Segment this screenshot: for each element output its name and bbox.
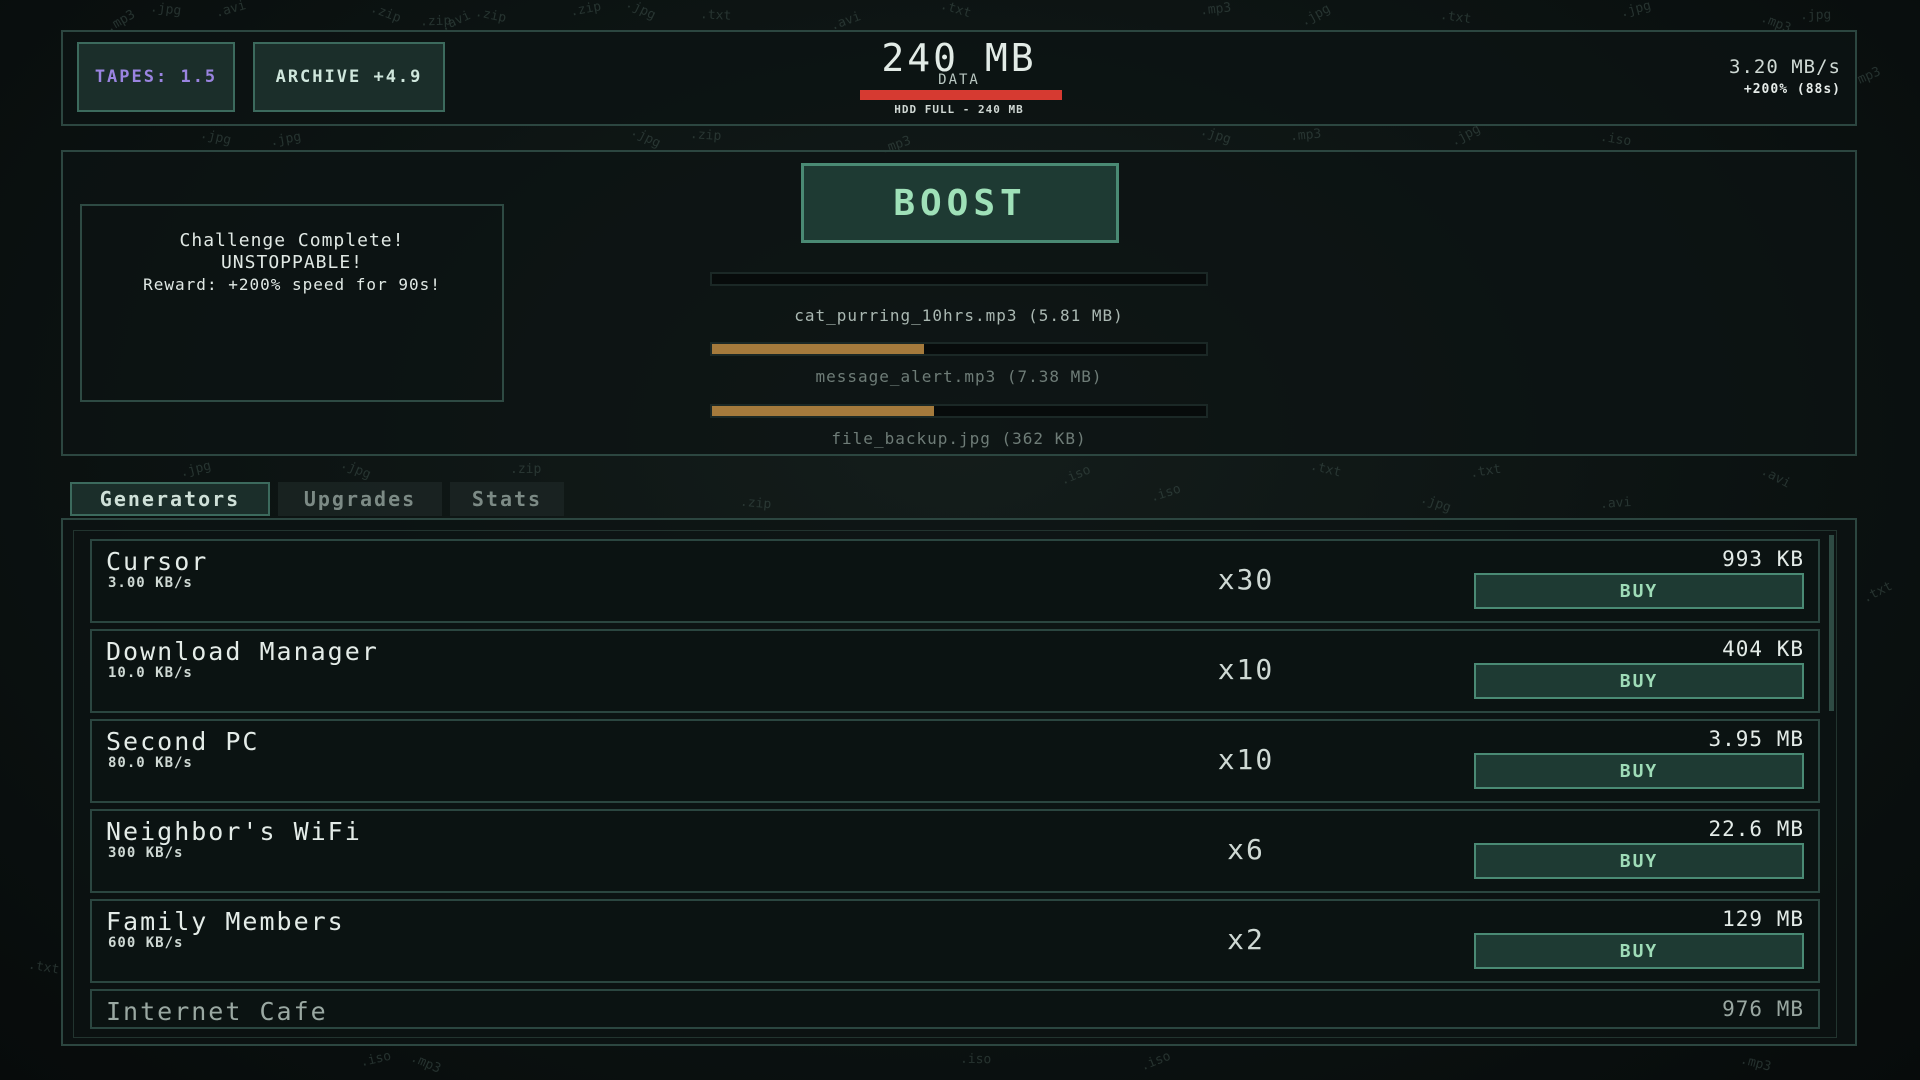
background-filename: .mp3	[1199, 0, 1233, 19]
generators-list[interactable]: Cursor 3.00 KB/s x30 993 KB BUY Download…	[73, 530, 1837, 1038]
background-filename: .avi	[1599, 494, 1632, 513]
generator-cost: 3.95 MB	[1708, 727, 1804, 751]
generator-cost: 404 KB	[1722, 637, 1804, 661]
background-filename: .txt	[1860, 578, 1896, 607]
background-filename: .txt	[699, 7, 732, 24]
background-filename: .zip	[568, 0, 603, 20]
tab-upgrades[interactable]: Upgrades	[278, 482, 442, 516]
generator-row-download-manager: Download Manager 10.0 KB/s x10 404 KB BU…	[90, 629, 1820, 713]
hdd-capacity-bar	[860, 90, 1062, 100]
generator-row-second-pc: Second PC 80.0 KB/s x10 3.95 MB BUY	[90, 719, 1820, 803]
background-filename: .iso	[1138, 1048, 1173, 1075]
background-filename: .jpg	[198, 126, 233, 149]
buy-button[interactable]: BUY	[1474, 573, 1804, 609]
generator-name: Neighbor's WiFi	[106, 817, 362, 846]
data-label: DATA	[938, 72, 980, 88]
generator-name: Cursor	[106, 547, 209, 576]
download-progress-bar	[710, 342, 1208, 356]
background-filename: .jpg	[1799, 7, 1832, 24]
generator-cost: 993 KB	[1722, 547, 1804, 571]
hdd-status: HDD FULL - 240 MB	[894, 103, 1024, 116]
background-filename: .iso	[1058, 462, 1093, 489]
background-filename: .jpg	[268, 129, 303, 150]
generator-count: x30	[1217, 563, 1275, 596]
buy-button[interactable]: BUY	[1474, 843, 1804, 879]
generator-count: x2	[1227, 923, 1265, 956]
background-filename: .zip	[510, 462, 542, 477]
challenge-reward: Reward: +200% speed for 90s!	[143, 275, 441, 294]
background-filename: .jpg	[1298, 1, 1333, 30]
background-filename: .jpg	[178, 458, 213, 481]
background-filename: .avi	[1758, 463, 1794, 492]
download-progress-bar	[710, 272, 1208, 286]
generator-cost: 976 MB	[1722, 997, 1804, 1021]
generator-count: x10	[1217, 653, 1275, 686]
generator-row-neighbors-wifi: Neighbor's WiFi 300 KB/s x6 22.6 MB BUY	[90, 809, 1820, 893]
generator-row-family-members: Family Members 600 KB/s x2 129 MB BUY	[90, 899, 1820, 983]
background-filename: .txt	[1439, 7, 1473, 28]
generator-name: Second PC	[106, 727, 260, 756]
background-filename: .jpg	[628, 123, 664, 152]
tab-stats[interactable]: Stats	[450, 482, 564, 516]
background-filename: .mp3	[1289, 126, 1322, 145]
generator-rate: 80.0 KB/s	[108, 755, 193, 771]
background-filename: .iso	[1148, 481, 1183, 506]
background-filename: .mp3	[408, 1050, 444, 1077]
download-label: message_alert.mp3 (7.38 MB)	[815, 367, 1103, 386]
buy-button[interactable]: BUY	[1474, 753, 1804, 789]
generator-rate: 300 KB/s	[108, 845, 184, 861]
generators-panel: Cursor 3.00 KB/s x30 993 KB BUY Download…	[61, 518, 1857, 1046]
background-filename: .txt	[1308, 458, 1343, 481]
data-rate: 3.20 MB/s	[1729, 56, 1841, 78]
generator-name: Download Manager	[106, 637, 379, 666]
background-filename: .iso	[959, 1051, 992, 1068]
background-filename: .txt	[938, 0, 973, 22]
generator-count: x10	[1217, 743, 1275, 776]
generator-rate: 600 KB/s	[108, 935, 184, 951]
download-progress-bar	[710, 404, 1208, 418]
download-progress-fill	[712, 344, 925, 354]
generator-name: Family Members	[106, 907, 345, 936]
generator-name: Internet Cafe	[106, 997, 328, 1026]
download-panel: Challenge Complete! UNSTOPPABLE! Reward:…	[61, 150, 1857, 456]
background-filename: .zip	[473, 4, 508, 27]
background-filename: .jpg	[623, 0, 659, 24]
challenge-name: UNSTOPPABLE!	[220, 252, 364, 273]
top-status-bar: TAPES: 1.5 ARCHIVE +4.9 240 MB DATA HDD …	[61, 30, 1857, 126]
boost-button[interactable]: BOOST	[801, 163, 1119, 243]
rate-bonus: +200% (88s)	[1743, 82, 1841, 97]
buy-button[interactable]: BUY	[1474, 663, 1804, 699]
background-filename: .zip	[739, 494, 772, 513]
background-filename: .zip	[689, 126, 722, 145]
generator-row-cursor: Cursor 3.00 KB/s x30 993 KB BUY	[90, 539, 1820, 623]
challenge-title: Challenge Complete!	[179, 230, 405, 251]
background-filename: .jpg	[149, 0, 183, 19]
generators-scrollbar[interactable]	[1829, 535, 1834, 711]
background-filename: .mp3	[1738, 1052, 1773, 1075]
background-filename: .txt	[26, 957, 61, 978]
background-filename: .jpg	[1198, 123, 1233, 148]
generator-count: x6	[1227, 833, 1265, 866]
download-label: cat_purring_10hrs.mp3 (5.81 MB)	[794, 306, 1124, 325]
generator-rate: 10.0 KB/s	[108, 665, 193, 681]
download-label: file_backup.jpg (362 KB)	[831, 429, 1087, 448]
tab-generators[interactable]: Generators	[70, 482, 270, 516]
generator-cost: 22.6 MB	[1708, 817, 1804, 841]
background-filename: .avi	[213, 0, 248, 22]
generator-cost: 129 MB	[1722, 907, 1804, 931]
background-filename: .zip	[368, 0, 403, 27]
buy-button[interactable]: BUY	[1474, 933, 1804, 969]
generator-row-internet-cafe: Internet Cafe 976 MB	[90, 989, 1820, 1029]
background-filename: .jpg	[1618, 0, 1653, 21]
background-filename: .iso	[358, 1048, 393, 1071]
generator-rate: 3.00 KB/s	[108, 575, 193, 591]
background-filename: .txt	[1469, 461, 1503, 482]
background-filename: .iso	[1599, 129, 1633, 150]
challenge-box: Challenge Complete! UNSTOPPABLE! Reward:…	[80, 204, 504, 402]
download-progress-fill	[712, 406, 935, 416]
background-filename: .jpg	[338, 456, 373, 483]
background-filename: .jpg	[1418, 491, 1453, 516]
